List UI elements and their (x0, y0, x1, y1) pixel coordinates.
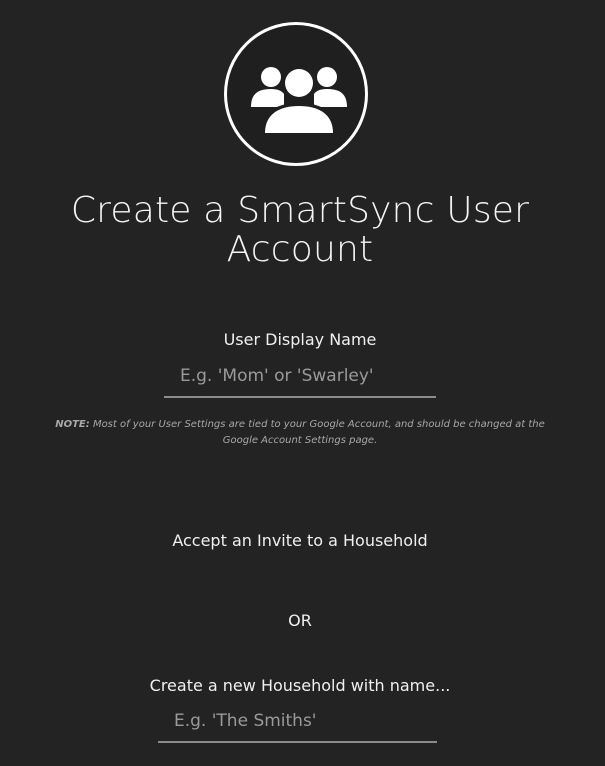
create-household-label: Create a new Household with name... (149, 676, 451, 695)
page-title: Create a SmartSync User Account (0, 191, 600, 269)
settings-note: NOTE: Most of your User Settings are tie… (40, 417, 560, 449)
app-logo (224, 22, 368, 166)
page-title-line1: Create a SmartSync User (70, 190, 530, 231)
note-text: Most of your User Settings are tied to y… (92, 419, 545, 446)
household-name-input[interactable] (158, 708, 437, 743)
accept-invite-button[interactable]: Accept an Invite to a Household (0, 531, 600, 550)
users-group-icon (251, 66, 347, 133)
page-title-line2: Account (226, 229, 374, 270)
display-name-label: User Display Name (223, 330, 377, 349)
or-divider-label: OR (288, 611, 312, 630)
display-name-input[interactable] (164, 364, 436, 398)
note-prefix: NOTE: (55, 419, 90, 430)
